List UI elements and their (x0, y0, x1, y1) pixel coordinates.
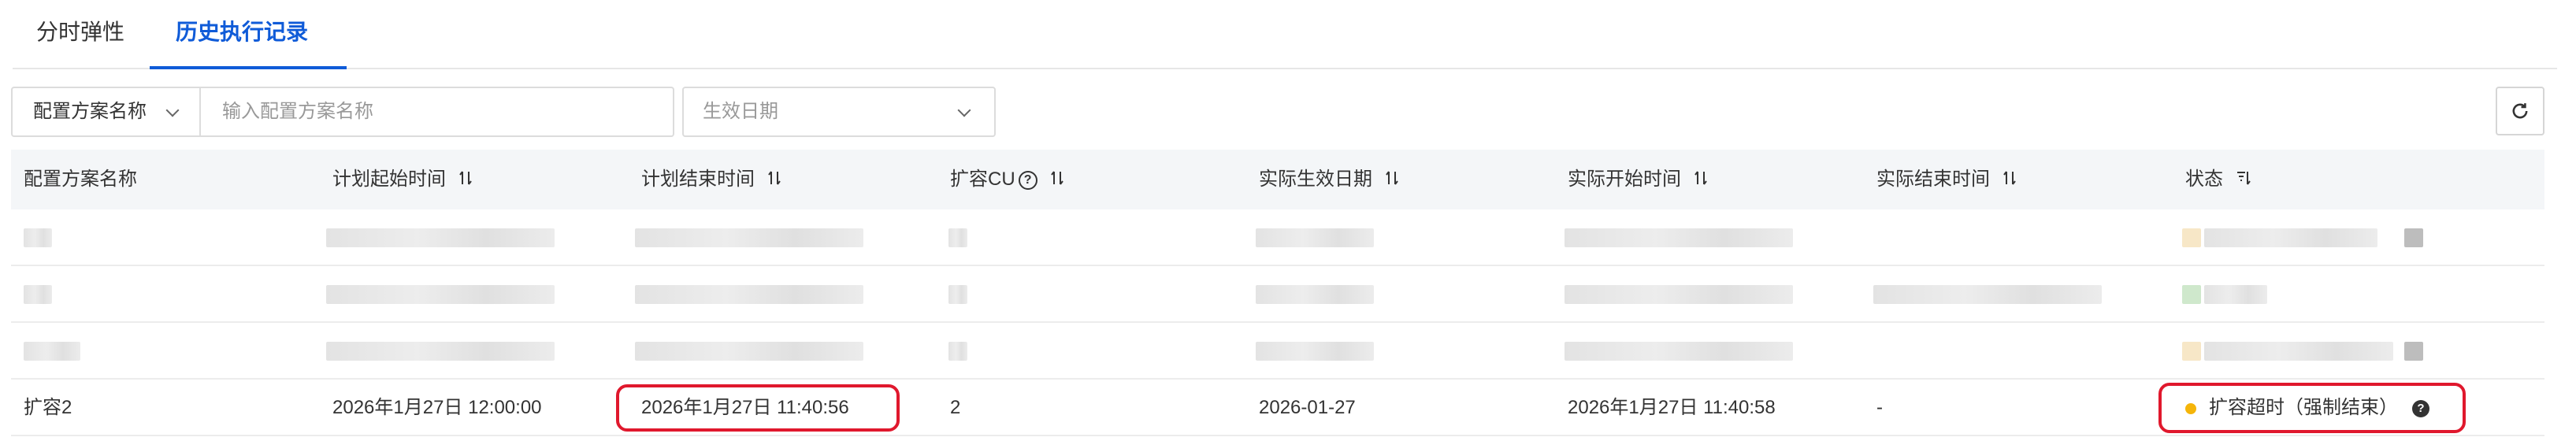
highlight-box-plan-end (616, 384, 900, 432)
effective-date-select[interactable]: 生效日期 (682, 87, 996, 137)
col-effective-date[interactable]: 实际生效日期 (1259, 150, 1399, 210)
active-tab-indicator (150, 66, 347, 69)
tab-time-elasticity[interactable]: 分时弹性 (36, 0, 124, 68)
redacted-text (948, 285, 967, 304)
redacted-text (1256, 228, 1374, 247)
chevron-down-icon (957, 103, 971, 117)
sort-icon[interactable] (2003, 150, 2017, 210)
sort-icon[interactable] (1050, 150, 1064, 210)
redacted-text (326, 285, 555, 304)
redacted-text (1565, 342, 1793, 361)
filter-icon[interactable] (2236, 150, 2251, 210)
redacted-text (24, 285, 52, 304)
cell-scheme-name: 扩容2 (24, 397, 72, 418)
redacted-text (2204, 228, 2377, 247)
redacted-text (24, 228, 52, 247)
col-status[interactable]: 状态 (2185, 150, 2251, 210)
table-row[interactable] (11, 266, 2544, 323)
sort-icon[interactable] (1694, 150, 1708, 210)
redacted-text (24, 342, 80, 361)
redacted-text (326, 342, 555, 361)
cell-plan-start: 2026年1月27日 12:00:00 (332, 397, 542, 418)
redacted-text (1873, 285, 2102, 304)
filter-field-select[interactable]: 配置方案名称 (13, 88, 201, 135)
filter-field-label: 配置方案名称 (33, 101, 147, 122)
col-plan-end[interactable]: 计划结束时间 (641, 150, 781, 210)
tab-history-records[interactable]: 历史执行记录 (176, 0, 308, 68)
effective-date-placeholder: 生效日期 (703, 101, 778, 122)
name-filter-group: 配置方案名称 (11, 87, 674, 137)
cell-actual-start: 2026年1月27日 11:40:58 (1568, 397, 1776, 418)
redacted-status-dot (2182, 342, 2201, 361)
redacted-text (2204, 285, 2267, 304)
redacted-text (948, 228, 967, 247)
redacted-text (1565, 228, 1793, 247)
redacted-icon (2404, 342, 2423, 361)
redacted-text (1565, 285, 1793, 304)
redacted-status-dot (2182, 228, 2201, 247)
refresh-button[interactable] (2496, 87, 2544, 135)
col-actual-end[interactable]: 实际结束时间 (1876, 150, 2017, 210)
table-row[interactable] (11, 209, 2544, 266)
chevron-down-icon (165, 103, 180, 117)
col-cu[interactable]: 扩容CU? (950, 150, 1064, 210)
table-header: 配置方案名称 计划起始时间 计划结束时间 扩容CU? 实际生效日期 实际开始时间… (11, 150, 2544, 209)
redacted-text (1256, 342, 1374, 361)
cell-cu: 2 (950, 397, 961, 418)
tab-bar: 分时弹性 历史执行记录 (13, 0, 2557, 69)
redacted-text (948, 342, 967, 361)
redacted-status-dot (2182, 285, 2201, 304)
redacted-text (1256, 285, 1374, 304)
table-row[interactable] (11, 323, 2544, 380)
redacted-text (326, 228, 555, 247)
cell-actual-end: - (1876, 397, 1883, 418)
sort-icon[interactable] (1385, 150, 1399, 210)
sort-icon[interactable] (767, 150, 781, 210)
highlight-box-status (2158, 383, 2466, 433)
refresh-icon (2512, 103, 2528, 119)
redacted-text (635, 228, 863, 247)
redacted-text (635, 285, 863, 304)
col-scheme-name: 配置方案名称 (24, 169, 137, 190)
scheme-name-input[interactable] (202, 90, 666, 134)
help-icon[interactable]: ? (1018, 170, 1037, 190)
col-plan-start[interactable]: 计划起始时间 (332, 150, 473, 210)
redacted-icon (2404, 228, 2423, 247)
col-actual-start[interactable]: 实际开始时间 (1568, 150, 1708, 210)
sort-icon[interactable] (458, 150, 473, 210)
redacted-text (635, 342, 863, 361)
redacted-text (2204, 342, 2393, 361)
cell-effective-date: 2026-01-27 (1259, 397, 1356, 418)
